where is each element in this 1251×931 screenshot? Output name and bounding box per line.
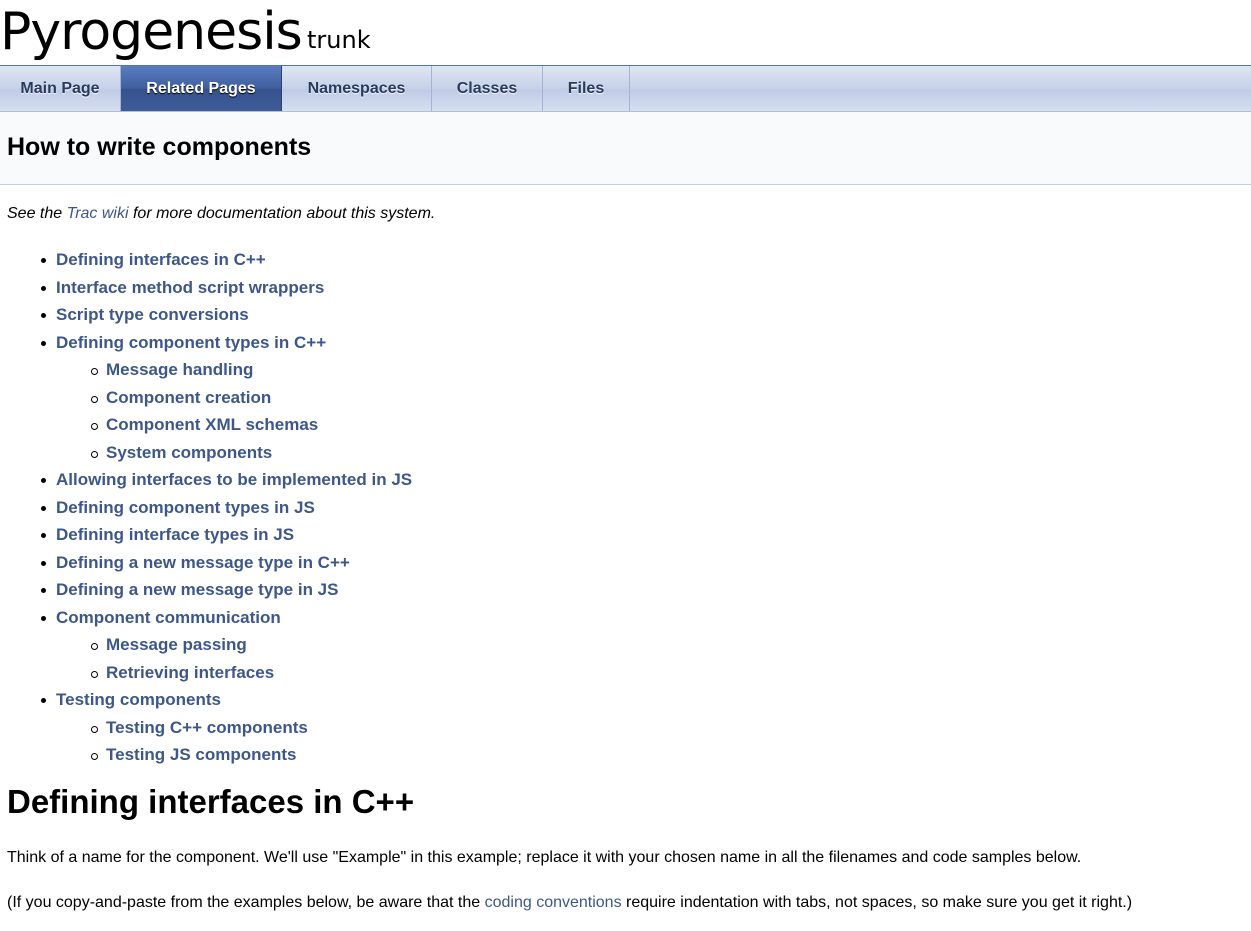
intro-text: See the Trac wiki for more documentation… [7, 205, 435, 223]
toc-link[interactable]: Interface method script wrappers [56, 277, 324, 299]
toc-link[interactable]: Component communication [56, 607, 281, 629]
toc-link[interactable]: Message passing [106, 634, 247, 656]
title-area: Pyrogenesis trunk [0, 0, 1251, 66]
hollow-bullet-icon [91, 725, 98, 733]
toc-link[interactable]: Testing C++ components [106, 717, 308, 739]
tab-namespaces[interactable]: Namespaces [282, 66, 432, 111]
hollow-bullet-icon [91, 450, 98, 458]
bullet-icon [41, 258, 46, 263]
section-paragraph-1: Think of a name for the component. We'll… [7, 849, 1082, 866]
tab-classes[interactable]: Classes [432, 66, 543, 111]
coding-conventions-link[interactable]: coding conventions [485, 894, 622, 911]
section-paragraph-2: (If you copy-and-paste from the examples… [7, 893, 1132, 913]
bullet-icon [41, 285, 46, 291]
page-header: How to write components [0, 112, 1251, 185]
bullet-icon [41, 478, 46, 483]
toc-link[interactable]: Component creation [106, 387, 271, 409]
toc-link[interactable]: Defining interface types in JS [56, 524, 294, 546]
toc-link[interactable]: Allowing interfaces to be implemented in… [56, 469, 412, 491]
bullet-icon [41, 340, 46, 346]
hollow-bullet-icon [91, 395, 98, 403]
bullet-icon [41, 615, 46, 621]
bullet-icon [41, 698, 46, 703]
intro-after: for more documentation about this system… [128, 205, 436, 222]
toc-link[interactable]: Defining interfaces in C++ [56, 249, 266, 271]
tab-related-pages[interactable]: Related Pages [121, 66, 282, 111]
hollow-bullet-icon [91, 643, 98, 650]
para2-after: require indentation with tabs, not space… [621, 894, 1133, 911]
hollow-bullet-icon [91, 670, 98, 678]
toc-link[interactable]: Defining component types in JS [56, 497, 315, 519]
tab-files[interactable]: Files [543, 66, 630, 111]
bullet-icon [41, 560, 46, 566]
bullet-icon [41, 505, 46, 511]
toc-link[interactable]: Defining a new message type in JS [56, 579, 338, 601]
bullet-icon [41, 313, 46, 318]
toc-link[interactable]: Message handling [106, 359, 253, 381]
toc-link[interactable]: Component XML schemas [106, 414, 318, 436]
toc-link[interactable]: Defining a new message type in C++ [56, 552, 350, 574]
project-name: Pyrogenesis [0, 2, 303, 62]
page-title: How to write components [7, 133, 312, 161]
toc-link[interactable]: Defining component types in C++ [56, 332, 326, 354]
toc-link[interactable]: System components [106, 442, 272, 464]
toc-link[interactable]: Script type conversions [56, 304, 249, 326]
nav-tabs: Main Page Related Pages Namespaces Class… [0, 66, 1251, 112]
hollow-bullet-icon [91, 423, 98, 430]
para2-before: (If you copy-and-paste from the examples… [7, 894, 485, 911]
section-heading: Defining interfaces in C++ [7, 783, 415, 820]
bullet-icon [41, 533, 46, 538]
bullet-icon [41, 588, 46, 593]
hollow-bullet-icon [91, 368, 98, 375]
trac-wiki-link[interactable]: Trac wiki [67, 205, 129, 222]
tab-main-page[interactable]: Main Page [0, 66, 121, 111]
toc-link[interactable]: Testing JS components [106, 744, 297, 766]
toc-link[interactable]: Retrieving interfaces [106, 662, 274, 684]
intro-before: See the [7, 205, 67, 222]
toc-link[interactable]: Testing components [56, 689, 221, 711]
project-number: trunk [307, 26, 371, 54]
hollow-bullet-icon [91, 753, 98, 760]
